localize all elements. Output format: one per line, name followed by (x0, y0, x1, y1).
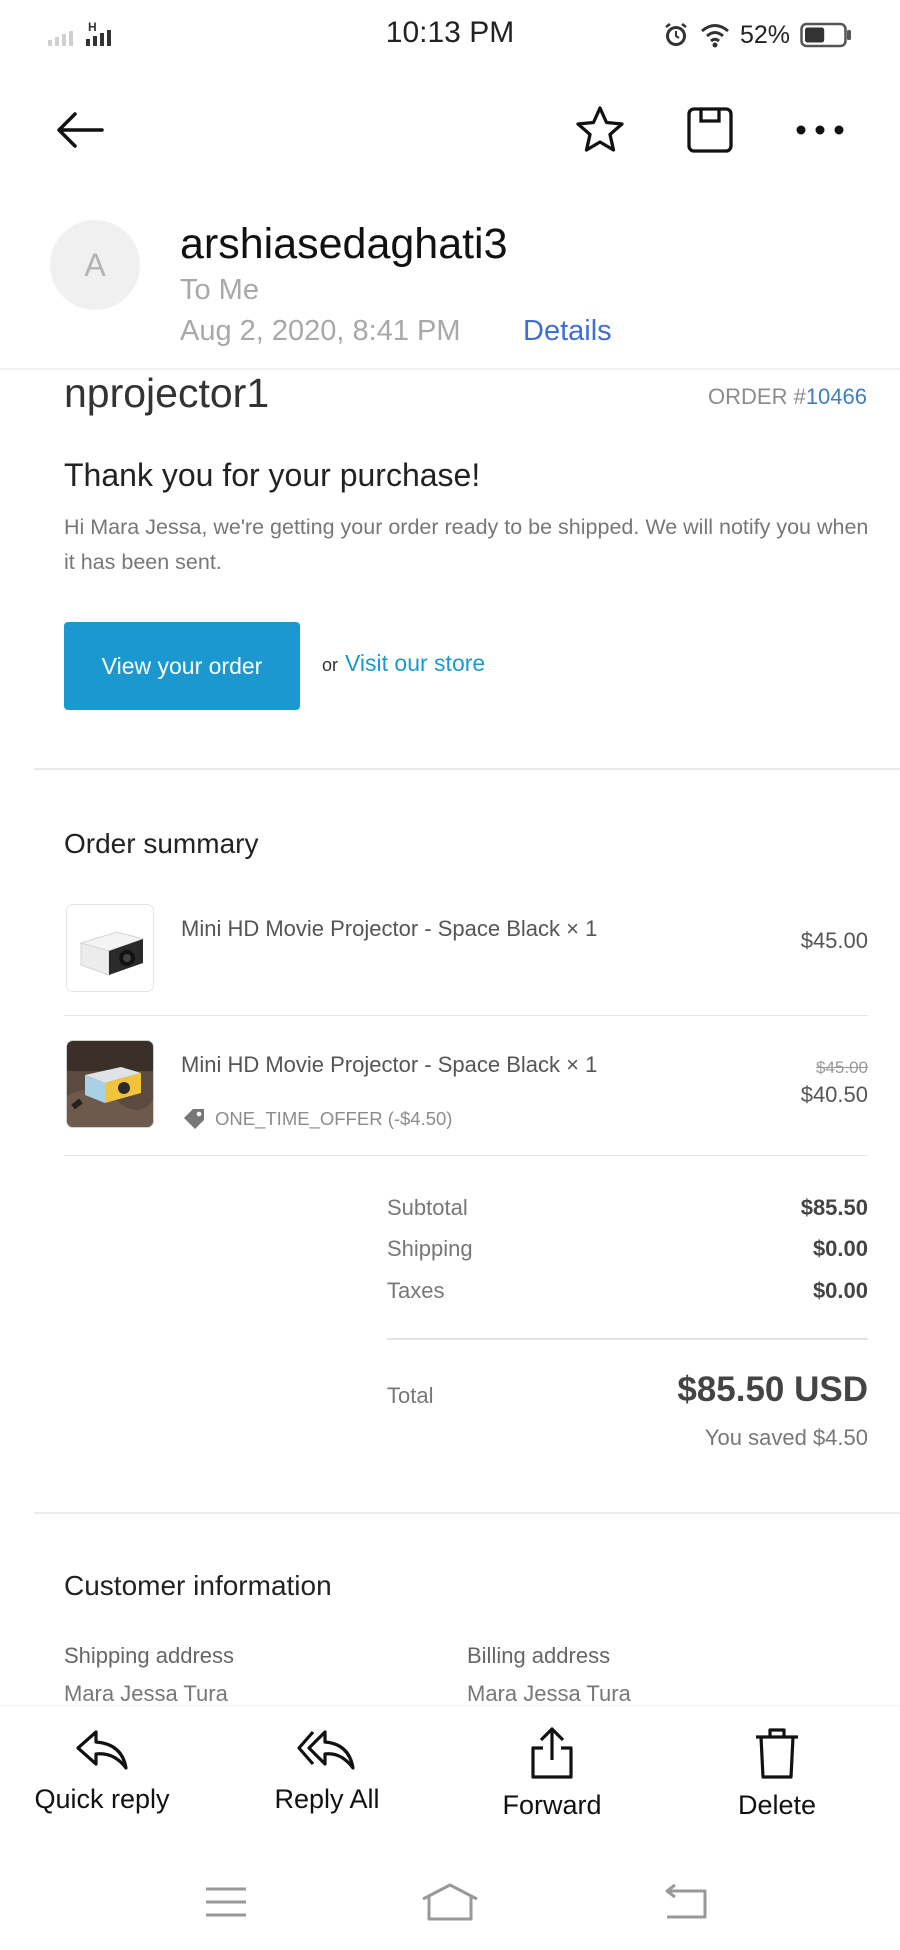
order-item[interactable]: Mini HD Movie Projector - Space Black × … (64, 1040, 868, 1140)
thanks-heading: Thank you for your purchase! (64, 457, 481, 493)
share-icon (531, 1727, 573, 1779)
shipping-address-label: Shipping address (64, 1643, 235, 1668)
item-name: Mini HD Movie Projector - Space Black × … (181, 916, 598, 941)
app-bar (0, 90, 900, 170)
order-number-label: ORDER #10466 (708, 384, 867, 410)
email-date: Aug 2, 2020, 8:41 PM (180, 315, 461, 347)
subtotal-value: $85.50 (800, 1195, 868, 1220)
system-nav-bar (0, 1855, 900, 1950)
customer-info-title: Customer information (64, 1570, 332, 1601)
order-summary-title: Order summary (64, 828, 259, 859)
reply-all-label: Reply All (274, 1784, 380, 1814)
section-divider (34, 1512, 900, 1514)
delete-label: Delete (737, 1790, 817, 1820)
status-right-group: 52% (662, 18, 852, 52)
product-thumbnail (66, 904, 154, 992)
order-prefix: ORDER # (708, 384, 806, 409)
total-value: $85.50 USD (677, 1370, 868, 1409)
back-arrow-icon[interactable] (50, 100, 110, 160)
row-divider (64, 1015, 868, 1016)
status-bar: H 10:13 PM 52% (0, 0, 900, 70)
order-item[interactable]: Mini HD Movie Projector - Space Black × … (64, 904, 868, 1000)
intro-text: Hi Mara Jessa, we're getting your order … (64, 515, 869, 574)
reply-all-icon (297, 1730, 355, 1770)
delete-button[interactable]: Delete (677, 1726, 877, 1821)
discount-tag: ONE_TIME_OFFER (-$4.50) (181, 1106, 452, 1132)
section-divider (34, 768, 900, 770)
menu-icon[interactable] (196, 1877, 256, 1927)
email-body: nprojector1 ORDER #10466 Thank you for y… (0, 370, 900, 1705)
shop-name: nprojector1 (64, 370, 270, 416)
alarm-icon (665, 23, 687, 46)
save-icon[interactable] (680, 100, 740, 160)
back-icon[interactable] (655, 1877, 715, 1927)
shipping-label: Shipping (387, 1236, 473, 1261)
quick-reply-button[interactable]: Quick reply (2, 1726, 202, 1815)
billing-address-label: Billing address (467, 1643, 611, 1668)
forward-button[interactable]: Forward (452, 1726, 652, 1821)
discount-text: ONE_TIME_OFFER (-$4.50) (215, 1108, 453, 1129)
more-icon[interactable] (790, 100, 850, 160)
shipping-value: $0.00 (812, 1236, 868, 1261)
forward-label: Forward (502, 1790, 602, 1820)
tag-icon (184, 1109, 204, 1129)
item-price: $40.50 (800, 1082, 868, 1107)
order-number[interactable]: 10466 (806, 384, 867, 409)
email-action-bar: Quick reply Reply All Forward Delete (0, 1705, 900, 1855)
billing-address-name: Mara Jessa Tura (467, 1681, 631, 1705)
shipping-address-name: Mara Jessa Tura (64, 1681, 228, 1705)
taxes-value: $0.00 (812, 1278, 868, 1303)
battery-icon (800, 22, 851, 48)
savings-text: You saved $4.50 (704, 1425, 868, 1450)
item-original-price: $45.00 (816, 1058, 868, 1077)
quick-reply-label: Quick reply (34, 1784, 170, 1814)
wifi-icon (700, 24, 729, 48)
trash-icon (756, 1728, 798, 1779)
details-link[interactable]: Details (523, 315, 612, 348)
star-icon[interactable] (570, 100, 630, 160)
row-divider (64, 1155, 868, 1156)
total-label: Total (387, 1383, 434, 1408)
taxes-label: Taxes (387, 1278, 445, 1303)
battery-percent: 52% (739, 20, 790, 49)
subtotal-label: Subtotal (387, 1195, 468, 1220)
reply-icon (76, 1730, 128, 1770)
view-order-button[interactable]: View your order (64, 622, 300, 710)
totals-divider (387, 1338, 868, 1340)
item-name: Mini HD Movie Projector - Space Black × … (181, 1052, 598, 1077)
reply-all-button[interactable]: Reply All (227, 1726, 427, 1815)
sender-name: arshiasedaghati3 (180, 220, 508, 268)
item-price: $45.00 (800, 928, 868, 953)
recipient-text: To Me (180, 274, 259, 306)
or-text: or (322, 655, 339, 675)
email-header: A arshiasedaghati3 To Me Aug 2, 2020, 8:… (0, 210, 900, 370)
avatar: A (50, 220, 140, 310)
product-thumbnail (66, 1040, 154, 1128)
visit-store-link[interactable]: Visit our store (345, 650, 485, 677)
home-icon[interactable] (420, 1877, 480, 1927)
